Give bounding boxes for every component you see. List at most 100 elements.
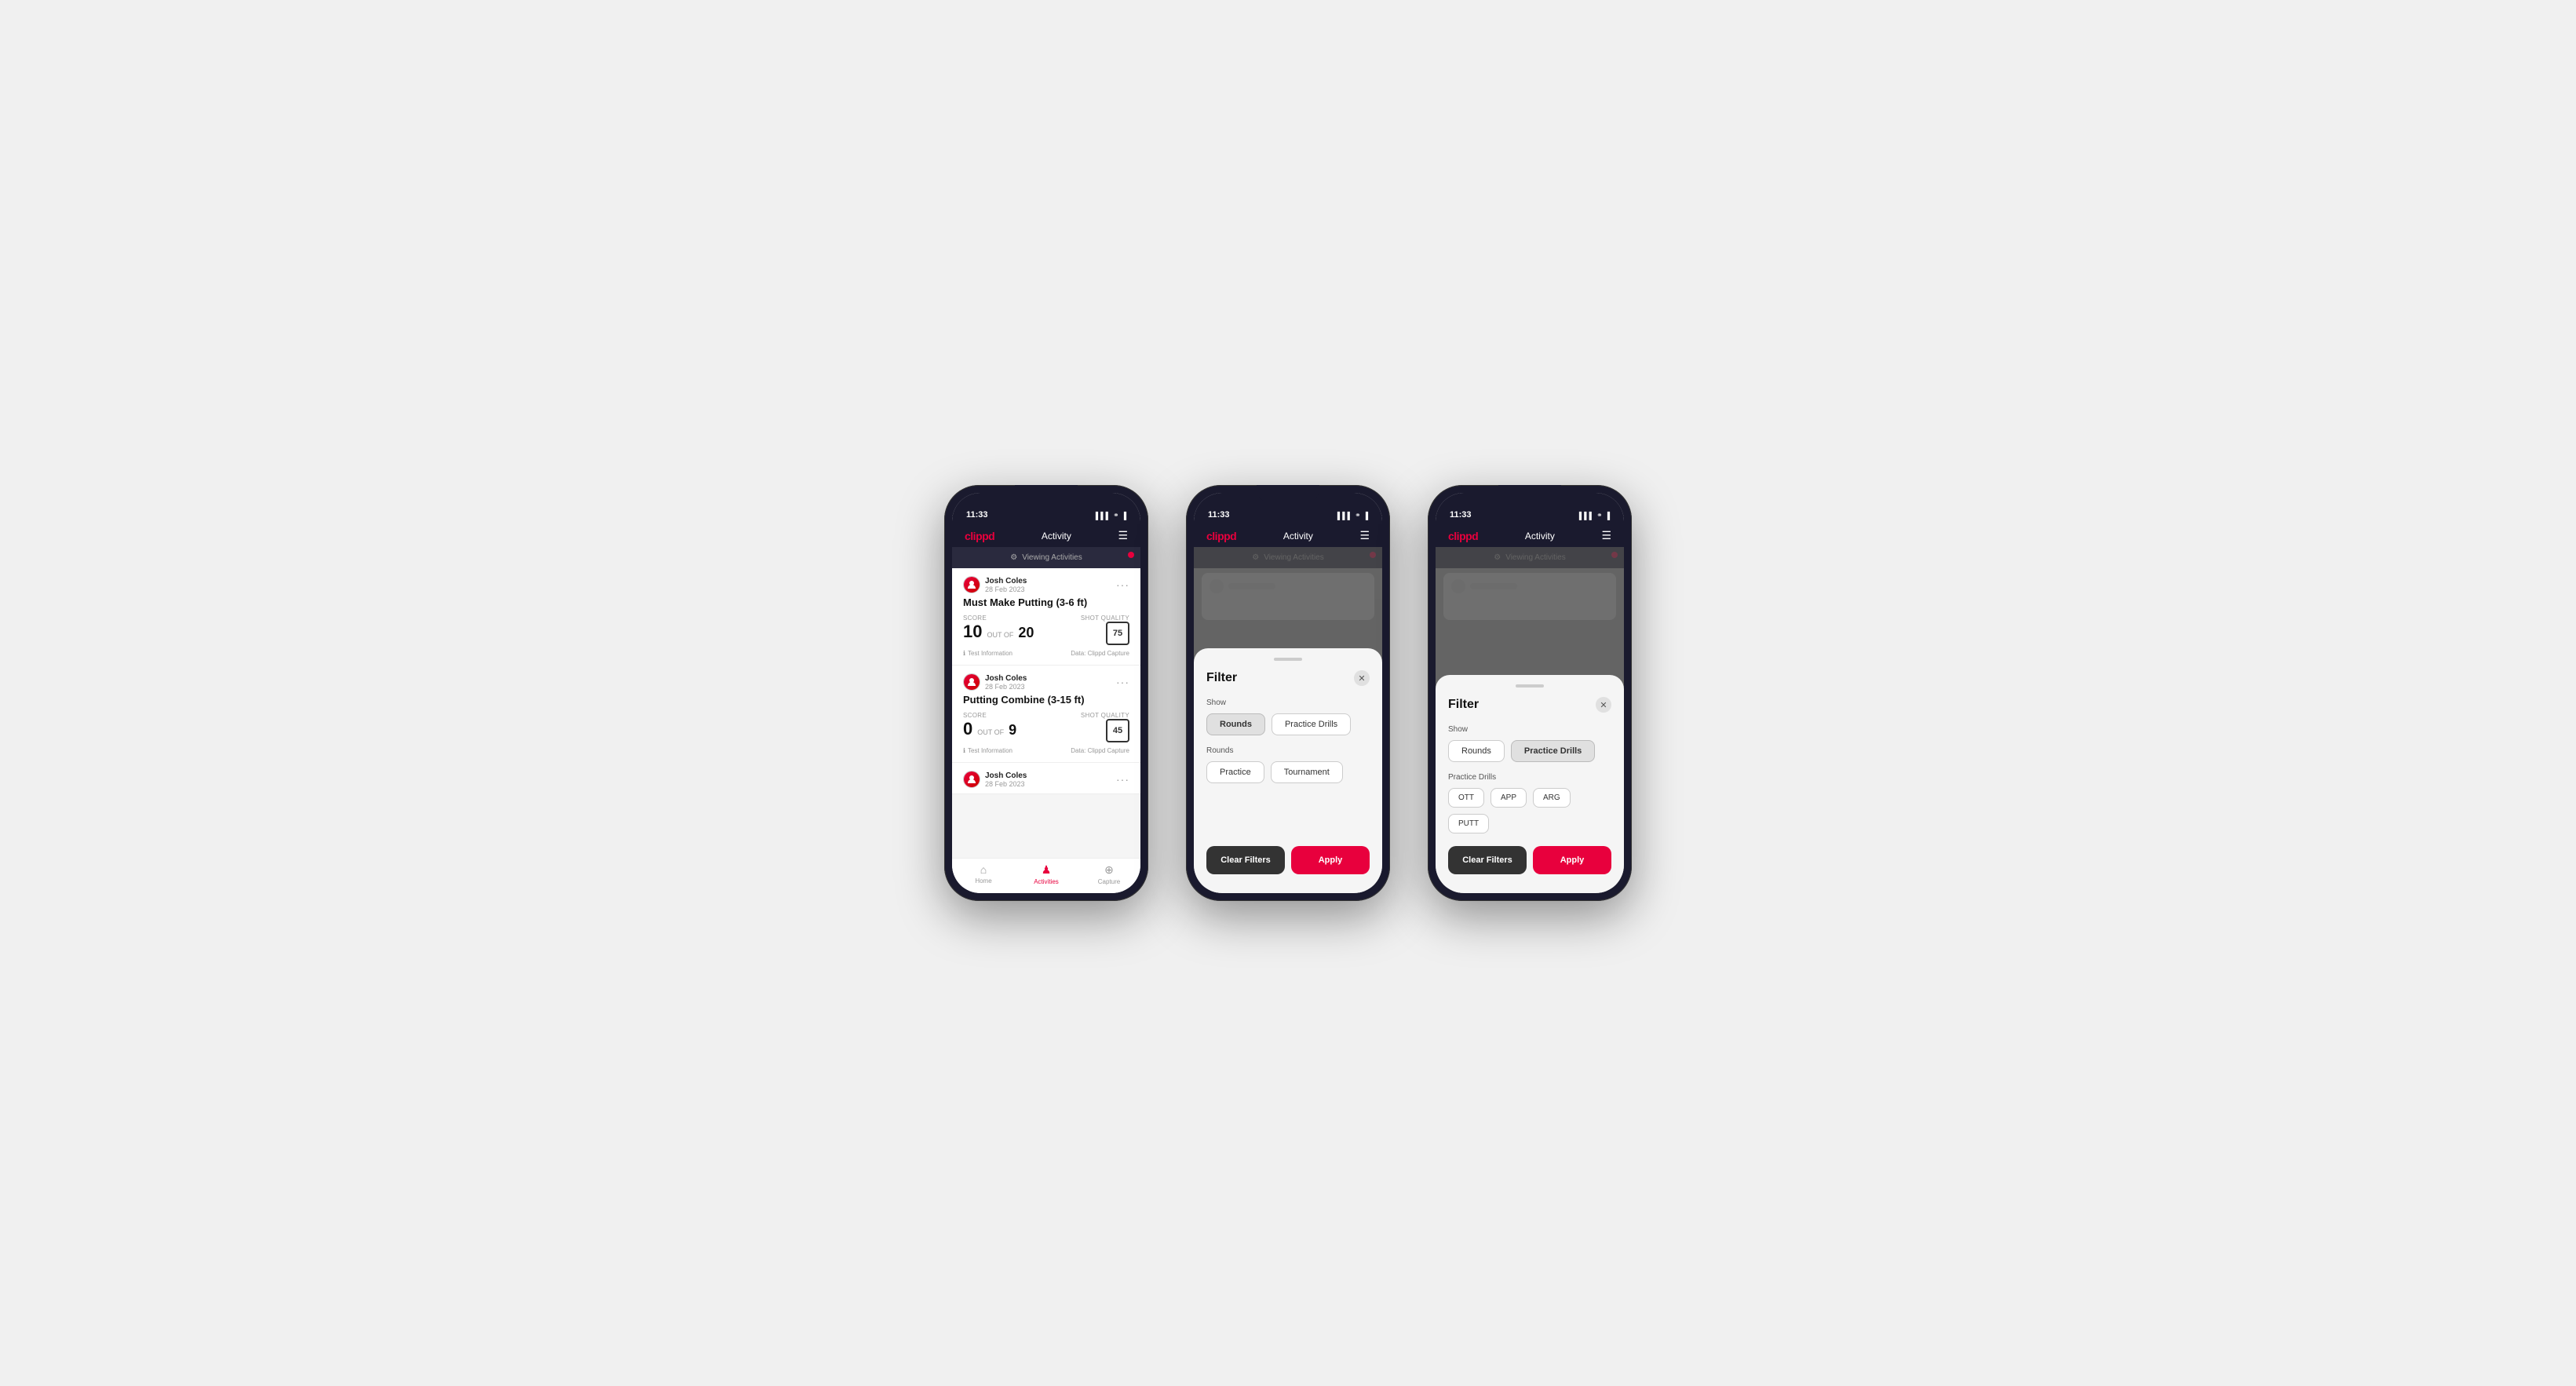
filter-overlay-2: Filter ✕ Show Rounds Practice Drills Rou… [1194, 547, 1382, 893]
time-2: 11:33 [1208, 510, 1230, 520]
modal-header-3: Filter ✕ [1448, 697, 1611, 713]
hamburger-icon-3[interactable]: ☰ [1601, 529, 1611, 542]
logo-3: clippd [1448, 530, 1478, 542]
signal-icon-2: ▌▌▌ [1337, 512, 1352, 520]
score-label-2: Score [963, 712, 1016, 719]
content-1: Josh Coles 28 Feb 2023 ··· Must Make Put… [952, 568, 1140, 858]
red-dot-1 [1128, 552, 1134, 558]
user-date-1: 28 Feb 2023 [985, 585, 1027, 593]
user-name-date-1: Josh Coles 28 Feb 2023 [985, 577, 1027, 593]
show-section-2: Show Rounds Practice Drills [1206, 698, 1370, 735]
notch-3 [1498, 485, 1561, 502]
filter-modal-2: Filter ✕ Show Rounds Practice Drills Rou… [1194, 648, 1382, 893]
modal-handle-2 [1274, 658, 1302, 661]
practice-round-btn-2[interactable]: Practice [1206, 761, 1264, 783]
out-of-1: OUT OF [987, 631, 1013, 639]
status-icons-2: ▌▌▌ ⚭ ▐ [1337, 511, 1368, 520]
card-header-2: Josh Coles 28 Feb 2023 ··· [963, 673, 1129, 691]
user-info-3: Josh Coles 28 Feb 2023 [963, 771, 1027, 788]
show-btn-row-2: Rounds Practice Drills [1206, 713, 1370, 735]
hamburger-icon-2[interactable]: ☰ [1359, 529, 1370, 542]
modal-handle-3 [1516, 684, 1544, 688]
phone-2-screen: 11:33 ▌▌▌ ⚭ ▐ clippd Activity ☰ ⚙ Viewin… [1194, 493, 1382, 893]
out-of-2: OUT OF [977, 728, 1004, 736]
user-info-2: Josh Coles 28 Feb 2023 [963, 673, 1027, 691]
nav-title-1: Activity [1042, 531, 1071, 542]
phone-3: 11:33 ▌▌▌ ⚭ ▐ clippd Activity ☰ ⚙ Viewin… [1428, 485, 1632, 901]
modal-header-2: Filter ✕ [1206, 670, 1370, 686]
apply-btn-3[interactable]: Apply [1533, 846, 1611, 874]
app-btn-3[interactable]: APP [1491, 788, 1527, 808]
user-name-1: Josh Coles [985, 577, 1027, 585]
ott-btn-3[interactable]: OTT [1448, 788, 1484, 808]
nav-capture[interactable]: ⊕ Capture [1078, 863, 1140, 885]
capture-icon: ⊕ [1104, 863, 1114, 877]
shot-quality-badge-1: 75 [1106, 622, 1129, 645]
notch-2 [1257, 485, 1319, 502]
tournament-btn-2[interactable]: Tournament [1271, 761, 1343, 783]
phone-1: 11:33 ▌▌▌ ⚭ ▐ clippd Activity ☰ ⚙ Viewin… [944, 485, 1148, 901]
activity-card-1: Josh Coles 28 Feb 2023 ··· Must Make Put… [952, 568, 1140, 666]
wifi-icon-2: ⚭ [1355, 511, 1361, 520]
activity-card-2: Josh Coles 28 Feb 2023 ··· Putting Combi… [952, 666, 1140, 763]
more-dots-2[interactable]: ··· [1116, 676, 1129, 688]
score-value-2: 0 [963, 719, 972, 739]
phone-1-screen: 11:33 ▌▌▌ ⚭ ▐ clippd Activity ☰ ⚙ Viewin… [952, 493, 1140, 893]
avatar-img-3 [964, 771, 980, 787]
battery-icon-3: ▐ [1605, 512, 1610, 520]
home-icon: ⌂ [980, 863, 987, 876]
practice-drills-btn-row-3: OTT APP ARG PUTT [1448, 788, 1611, 833]
activity-title-1: Must Make Putting (3-6 ft) [963, 596, 1129, 608]
shots-value-1: 20 [1018, 625, 1034, 641]
filter-overlay-3: Filter ✕ Show Rounds Practice Drills Pra… [1436, 547, 1624, 893]
shot-quality-section-2: Shot Quality 45 [1081, 712, 1129, 742]
status-icons-1: ▌▌▌ ⚭ ▐ [1096, 511, 1126, 520]
rounds-btn-2[interactable]: Rounds [1206, 713, 1265, 735]
show-label-2: Show [1206, 698, 1370, 707]
shot-quality-label-2: Shot Quality [1081, 712, 1129, 719]
activities-icon: ♟ [1042, 863, 1052, 877]
card-header-1: Josh Coles 28 Feb 2023 ··· [963, 576, 1129, 593]
clear-filters-btn-3[interactable]: Clear Filters [1448, 846, 1527, 874]
avatar-2 [963, 673, 980, 691]
hamburger-icon-1[interactable]: ☰ [1118, 529, 1128, 542]
nav-title-3: Activity [1525, 531, 1555, 542]
nav-bar-3: clippd Activity ☰ [1436, 524, 1624, 547]
practice-drills-btn-2[interactable]: Practice Drills [1272, 713, 1351, 735]
activities-label: Activities [1034, 878, 1059, 885]
practice-drills-btn-3[interactable]: Practice Drills [1511, 740, 1595, 762]
putt-btn-3[interactable]: PUTT [1448, 814, 1489, 833]
arg-btn-3[interactable]: ARG [1533, 788, 1571, 808]
time-3: 11:33 [1450, 510, 1472, 520]
logo-1: clippd [965, 530, 994, 542]
avatar-3 [963, 771, 980, 788]
rounds-btn-3[interactable]: Rounds [1448, 740, 1505, 762]
more-dots-3[interactable]: ··· [1116, 773, 1129, 786]
filter-close-3[interactable]: ✕ [1596, 697, 1611, 713]
time-1: 11:33 [966, 510, 988, 520]
capture-label: Capture [1098, 878, 1120, 885]
rounds-label-2: Rounds [1206, 746, 1370, 755]
activity-title-2: Putting Combine (3-15 ft) [963, 694, 1129, 706]
user-name-date-2: Josh Coles 28 Feb 2023 [985, 674, 1027, 691]
apply-btn-2[interactable]: Apply [1291, 846, 1370, 874]
bottom-nav-1: ⌂ Home ♟ Activities ⊕ Capture [952, 858, 1140, 893]
filter-close-2[interactable]: ✕ [1354, 670, 1370, 686]
shots-value-2: 9 [1009, 722, 1016, 739]
shot-quality-label-1: Shot Quality [1081, 615, 1129, 622]
shot-quality-badge-2: 45 [1106, 719, 1129, 742]
rounds-btn-row-2: Practice Tournament [1206, 761, 1370, 783]
nav-bar-2: clippd Activity ☰ [1194, 524, 1382, 547]
user-date-2: 28 Feb 2023 [985, 683, 1027, 691]
user-name-2: Josh Coles [985, 674, 1027, 683]
clear-filters-btn-2[interactable]: Clear Filters [1206, 846, 1285, 874]
home-label: Home [975, 877, 991, 884]
score-value-1: 10 [963, 622, 982, 642]
more-dots-1[interactable]: ··· [1116, 578, 1129, 591]
viewing-bar-1[interactable]: ⚙ Viewing Activities [952, 547, 1140, 568]
viewing-bar-text-1: Viewing Activities [1022, 553, 1082, 562]
score-label-1: Score [963, 615, 1034, 622]
nav-title-2: Activity [1283, 531, 1313, 542]
nav-home[interactable]: ⌂ Home [952, 863, 1015, 885]
nav-activities[interactable]: ♟ Activities [1015, 863, 1078, 885]
